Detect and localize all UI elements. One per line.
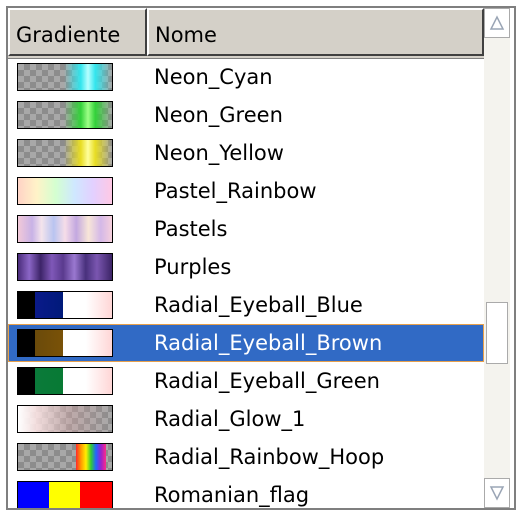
gradient-name: Neon_Green	[154, 103, 283, 127]
radial-eyeball-green-gradient-icon	[17, 367, 113, 395]
gradient-name: Radial_Eyeball_Green	[154, 369, 380, 393]
neon-cyan-gradient-icon	[17, 63, 113, 91]
gradient-name: Radial_Rainbow_Hoop	[154, 445, 385, 469]
purples-gradient-icon	[17, 253, 113, 281]
list-item[interactable]: Purples	[8, 248, 484, 286]
list-item[interactable]: Radial_Eyeball_Blue	[8, 286, 484, 324]
column-header-name[interactable]: Nome	[147, 8, 484, 56]
gradient-name: Pastel_Rainbow	[154, 179, 317, 203]
pastels-gradient-icon	[17, 215, 113, 243]
list-item[interactable]: Neon_Cyan	[8, 58, 484, 96]
gradient-list[interactable]: Gradiente Nome Neon_Cyan Neon_Green Neon…	[8, 8, 484, 508]
neon-green-gradient-icon	[17, 101, 113, 129]
list-item[interactable]: Radial_Eyeball_Green	[8, 362, 484, 400]
list-item[interactable]: Radial_Glow_1	[8, 400, 484, 438]
scroll-down-button[interactable]	[484, 478, 510, 508]
radial-eyeball-brown-gradient-icon	[17, 329, 113, 357]
pastel-rainbow-gradient-icon	[17, 177, 113, 205]
list-item[interactable]: Pastel_Rainbow	[8, 172, 484, 210]
gradient-name: Neon_Yellow	[154, 141, 284, 165]
gradient-name: Radial_Glow_1	[154, 407, 306, 431]
column-header-gradient[interactable]: Gradiente	[8, 8, 147, 56]
gradient-name: Neon_Cyan	[154, 65, 273, 89]
arrow-down-icon	[489, 486, 505, 501]
list-item[interactable]: Romanian_flag	[8, 476, 484, 508]
radial-eyeball-blue-gradient-icon	[17, 291, 113, 319]
gradient-name: Radial_Eyeball_Blue	[154, 293, 363, 317]
radial-rainbow-hoop-gradient-icon	[17, 443, 113, 471]
gradient-name: Romanian_flag	[154, 483, 310, 507]
gradient-name: Radial_Eyeball_Brown	[154, 331, 383, 355]
list-item[interactable]: Radial_Rainbow_Hoop	[8, 438, 484, 476]
vertical-scrollbar[interactable]	[484, 8, 510, 508]
scroll-up-button[interactable]	[484, 8, 510, 38]
list-item[interactable]: Neon_Green	[8, 96, 484, 134]
romanian-flag-gradient-icon	[17, 481, 113, 508]
arrow-up-icon	[489, 15, 505, 30]
gradient-name: Purples	[154, 255, 232, 279]
list-item-selected[interactable]: Radial_Eyeball_Brown	[8, 324, 484, 362]
radial-glow-gradient-icon	[17, 405, 113, 433]
list-header: Gradiente Nome	[8, 8, 484, 59]
list-item[interactable]: Pastels	[8, 210, 484, 248]
scrollbar-thumb[interactable]	[486, 302, 508, 364]
gradient-name: Pastels	[154, 217, 228, 241]
neon-yellow-gradient-icon	[17, 139, 113, 167]
list-item[interactable]: Neon_Yellow	[8, 134, 484, 172]
